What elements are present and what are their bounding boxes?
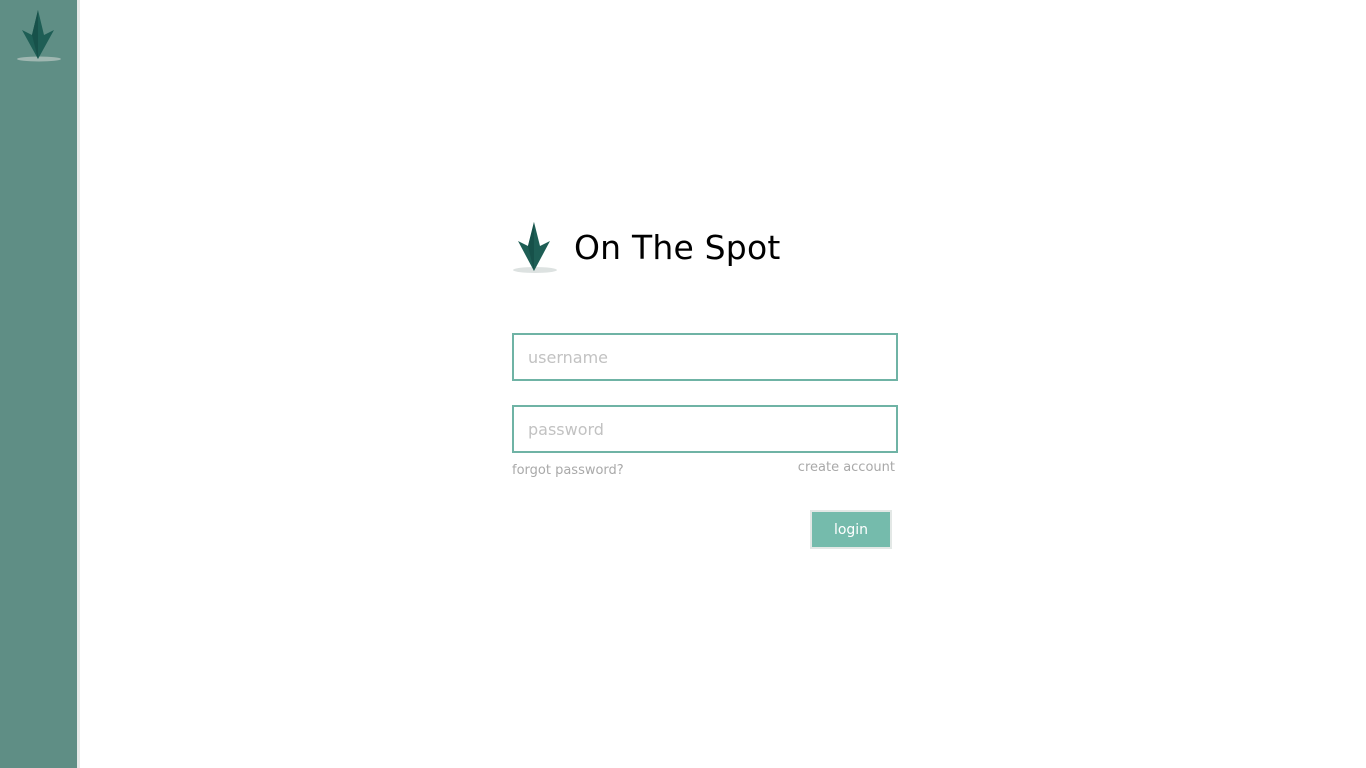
app-title: On The Spot — [574, 227, 781, 267]
username-input[interactable] — [512, 333, 898, 381]
forgot-password-link[interactable]: forgot password? — [512, 463, 624, 478]
arrow-leaf-logo-icon[interactable] — [16, 10, 62, 62]
main-content — [80, 0, 1366, 768]
login-button[interactable]: login — [810, 510, 892, 549]
password-input[interactable] — [512, 405, 898, 453]
arrow-leaf-logo-icon — [512, 220, 558, 274]
sidebar — [0, 0, 80, 768]
brand-header: On The Spot — [512, 218, 780, 276]
create-account-link[interactable]: create account — [798, 460, 895, 475]
